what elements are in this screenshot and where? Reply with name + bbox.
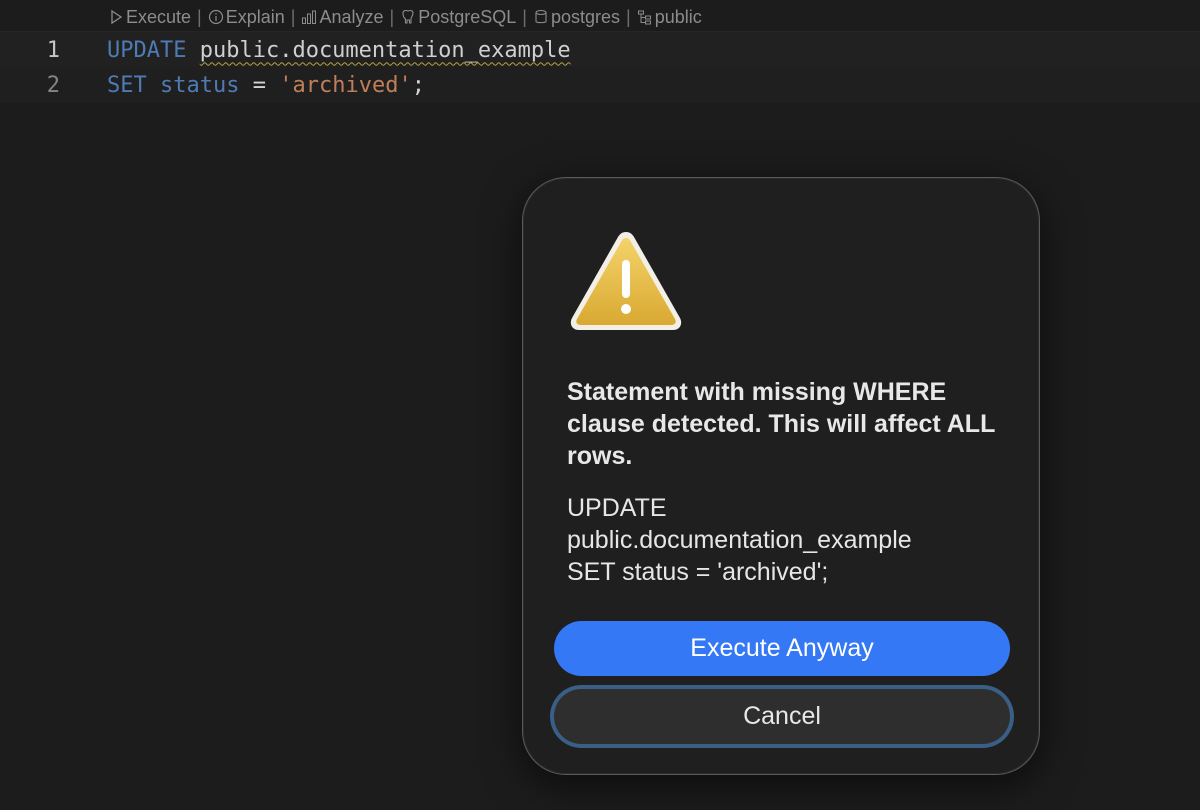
sql-table-identifier: public.documentation_example [199, 37, 571, 63]
cancel-button[interactable]: Cancel [554, 689, 1010, 744]
codelens-execute[interactable]: Execute [108, 7, 191, 28]
sql-operator: = [252, 72, 266, 98]
codelens-schema[interactable]: public [637, 7, 702, 28]
code-line-2[interactable]: 2 SET status = 'archived'; [0, 67, 1200, 103]
codelens-database-label: postgres [550, 6, 620, 27]
codelens-separator: | [522, 6, 527, 27]
sql-terminator: ; [411, 72, 425, 98]
info-icon [208, 9, 223, 25]
line-number: 2 [46, 72, 60, 98]
codelens-bar: Execute | Explain | Analyze | PostgreSQL… [108, 5, 702, 29]
codelens-separator: | [626, 6, 631, 27]
dialog-title: Statement with missing WHERE clause dete… [567, 378, 995, 470]
code-line-1[interactable]: 1 UPDATE public.documentation_example [0, 31, 1200, 69]
sql-keyword: UPDATE [107, 37, 187, 63]
postgresql-elephant-icon [402, 9, 414, 24]
schema-tree-icon [637, 10, 651, 25]
codelens-analyze[interactable]: Analyze [301, 6, 384, 28]
dialog-message: UPDATE public.documentation_example SET … [567, 494, 912, 586]
codelens-explain-label: Explain [225, 6, 285, 27]
codelens-engine[interactable]: PostgreSQL [400, 7, 516, 28]
codelens-analyze-label: Analyze [319, 6, 384, 27]
missing-where-alert-dialog: Statement with missing WHERE clause dete… [522, 177, 1040, 775]
codelens-separator: | [290, 6, 296, 27]
code-content: UPDATE public.documentation_example [107, 38, 571, 63]
play-icon [111, 9, 123, 25]
database-icon [535, 9, 547, 24]
bar-chart-icon [302, 10, 317, 24]
line-number: 1 [46, 37, 60, 63]
codelens-separator: | [389, 6, 395, 27]
code-content: SET status = 'archived'; [107, 73, 425, 98]
codelens-database[interactable]: postgres [533, 7, 620, 28]
sql-keyword: SET [107, 72, 147, 98]
codelens-explain[interactable]: Explain [208, 7, 285, 28]
codelens-separator: | [197, 6, 202, 27]
warning-triangle-icon [570, 232, 682, 330]
codelens-schema-label: public [654, 6, 702, 27]
codelens-execute-label: Execute [126, 6, 192, 27]
sql-string-literal: 'archived' [279, 72, 412, 98]
codelens-engine-label: PostgreSQL [418, 6, 517, 27]
execute-anyway-button[interactable]: Execute Anyway [554, 621, 1010, 676]
sql-column: status [160, 72, 240, 98]
